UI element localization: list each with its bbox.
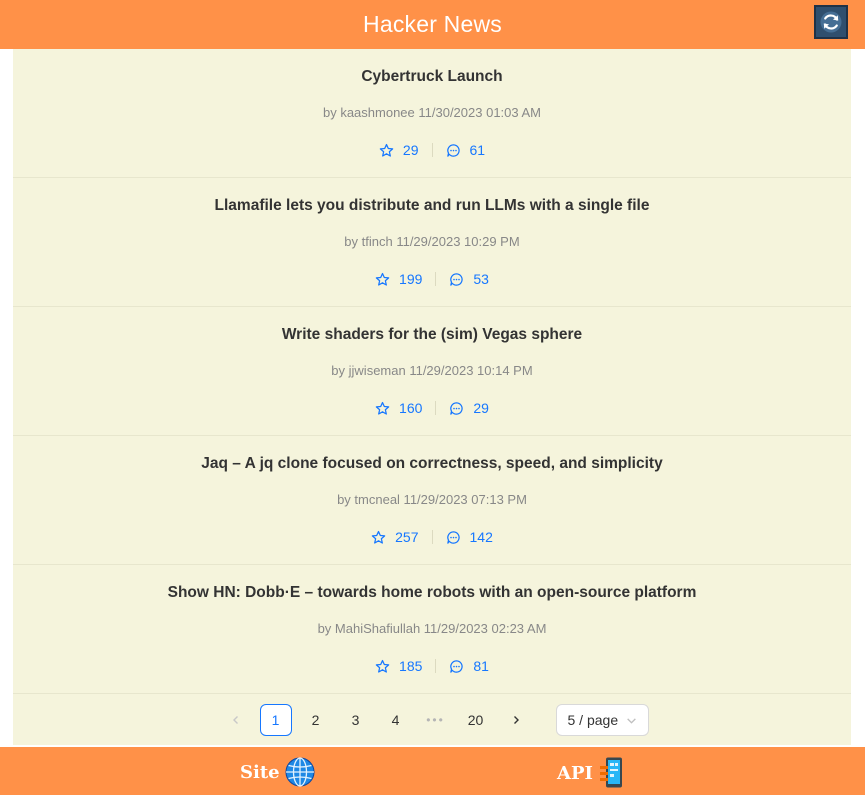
message-icon	[450, 272, 464, 286]
score-count: 29	[402, 142, 419, 158]
refresh-button[interactable]	[814, 5, 848, 39]
site-label: Site	[240, 761, 280, 783]
story-title[interactable]: Llamafile lets you distribute and run LL…	[13, 197, 851, 215]
comments-action[interactable]: 53	[436, 271, 502, 287]
next-page-button[interactable]	[500, 704, 532, 736]
score-action[interactable]: 29	[366, 142, 432, 158]
story-item: Write shaders for the (sim) Vegas sphere…	[13, 307, 851, 436]
score-action[interactable]: 199	[362, 271, 435, 287]
comment-count: 81	[473, 658, 489, 674]
comments-action[interactable]: 81	[436, 658, 502, 674]
score-count: 257	[395, 529, 419, 545]
story-meta: by MahiShafiullah 11/29/2023 02:23 AM	[317, 621, 547, 636]
story-item: Show HN: Dobb·E – towards home robots wi…	[13, 565, 851, 694]
globe-icon	[285, 757, 315, 787]
page-4-button[interactable]: 4	[380, 704, 412, 736]
message-icon	[446, 530, 460, 544]
footer-bar: Site API	[0, 747, 865, 795]
star-icon	[375, 272, 390, 286]
prev-page-button[interactable]	[220, 704, 252, 736]
mobile-api-icon	[599, 757, 622, 788]
score-count: 160	[399, 400, 423, 416]
story-meta: by tmcneal 11/29/2023 07:13 PM	[337, 492, 527, 507]
message-icon	[446, 143, 460, 157]
jump-next-button[interactable]: •••	[420, 704, 452, 736]
comments-action[interactable]: 142	[433, 529, 506, 545]
chevron-right-icon	[513, 716, 519, 724]
site-link[interactable]: Site	[240, 756, 316, 788]
message-icon	[450, 659, 464, 673]
chevron-left-icon	[232, 716, 238, 724]
story-title[interactable]: Jaq – A jq clone focused on correctness,…	[13, 455, 851, 473]
score-count: 199	[399, 271, 423, 287]
page-size-value: 5 / page	[567, 712, 619, 728]
api-label: API	[557, 762, 593, 784]
story-meta: by kaashmonee 11/30/2023 01:03 AM	[322, 105, 542, 120]
message-icon	[450, 401, 464, 415]
story-title[interactable]: Write shaders for the (sim) Vegas sphere	[13, 326, 851, 344]
star-icon	[379, 143, 394, 157]
story-actions: 160 29	[13, 399, 851, 417]
story-meta: by jjwiseman 11/29/2023 10:14 PM	[331, 363, 533, 378]
story-item: Jaq – A jq clone focused on correctness,…	[13, 436, 851, 565]
story-item: Llamafile lets you distribute and run LL…	[13, 178, 851, 307]
app-title: Hacker News	[363, 11, 502, 37]
story-actions: 257 142	[13, 528, 851, 546]
story-title[interactable]: Show HN: Dobb·E – towards home robots wi…	[13, 584, 851, 602]
story-actions: 185 81	[13, 657, 851, 675]
page-size-select[interactable]: 5 / page	[555, 704, 649, 736]
page-3-button[interactable]: 3	[340, 704, 372, 736]
score-action[interactable]: 185	[362, 658, 435, 674]
story-item: Cybertruck Launch by kaashmonee 11/30/20…	[13, 49, 851, 178]
comment-count: 53	[473, 271, 489, 287]
page-2-button[interactable]: 2	[300, 704, 332, 736]
score-action[interactable]: 160	[362, 400, 435, 416]
page-1-button[interactable]: 1	[259, 704, 292, 736]
comment-count: 142	[469, 529, 493, 545]
story-title[interactable]: Cybertruck Launch	[13, 68, 851, 86]
comment-count: 29	[473, 400, 489, 416]
header-bar: Hacker News	[0, 0, 865, 49]
story-actions: 199 53	[13, 270, 851, 288]
comments-action[interactable]: 61	[433, 142, 499, 158]
story-actions: 29 61	[13, 141, 851, 159]
chevron-down-icon	[626, 717, 636, 724]
star-icon	[375, 659, 390, 673]
api-link[interactable]: API	[557, 756, 627, 790]
score-action[interactable]: 257	[358, 529, 431, 545]
score-count: 185	[399, 658, 423, 674]
star-icon	[371, 530, 386, 544]
story-meta: by tfinch 11/29/2023 10:29 PM	[344, 234, 520, 249]
story-list: Cybertruck Launch by kaashmonee 11/30/20…	[13, 49, 851, 745]
page-20-button[interactable]: 20	[460, 704, 492, 736]
refresh-icon	[820, 11, 842, 33]
comments-action[interactable]: 29	[436, 400, 502, 416]
pagination: 1 2 3 4 ••• 20 5 / page	[13, 704, 851, 736]
star-icon	[375, 401, 390, 415]
comment-count: 61	[469, 142, 486, 158]
app: Hacker News Cybertruck Launch by kaashmo…	[0, 0, 865, 795]
